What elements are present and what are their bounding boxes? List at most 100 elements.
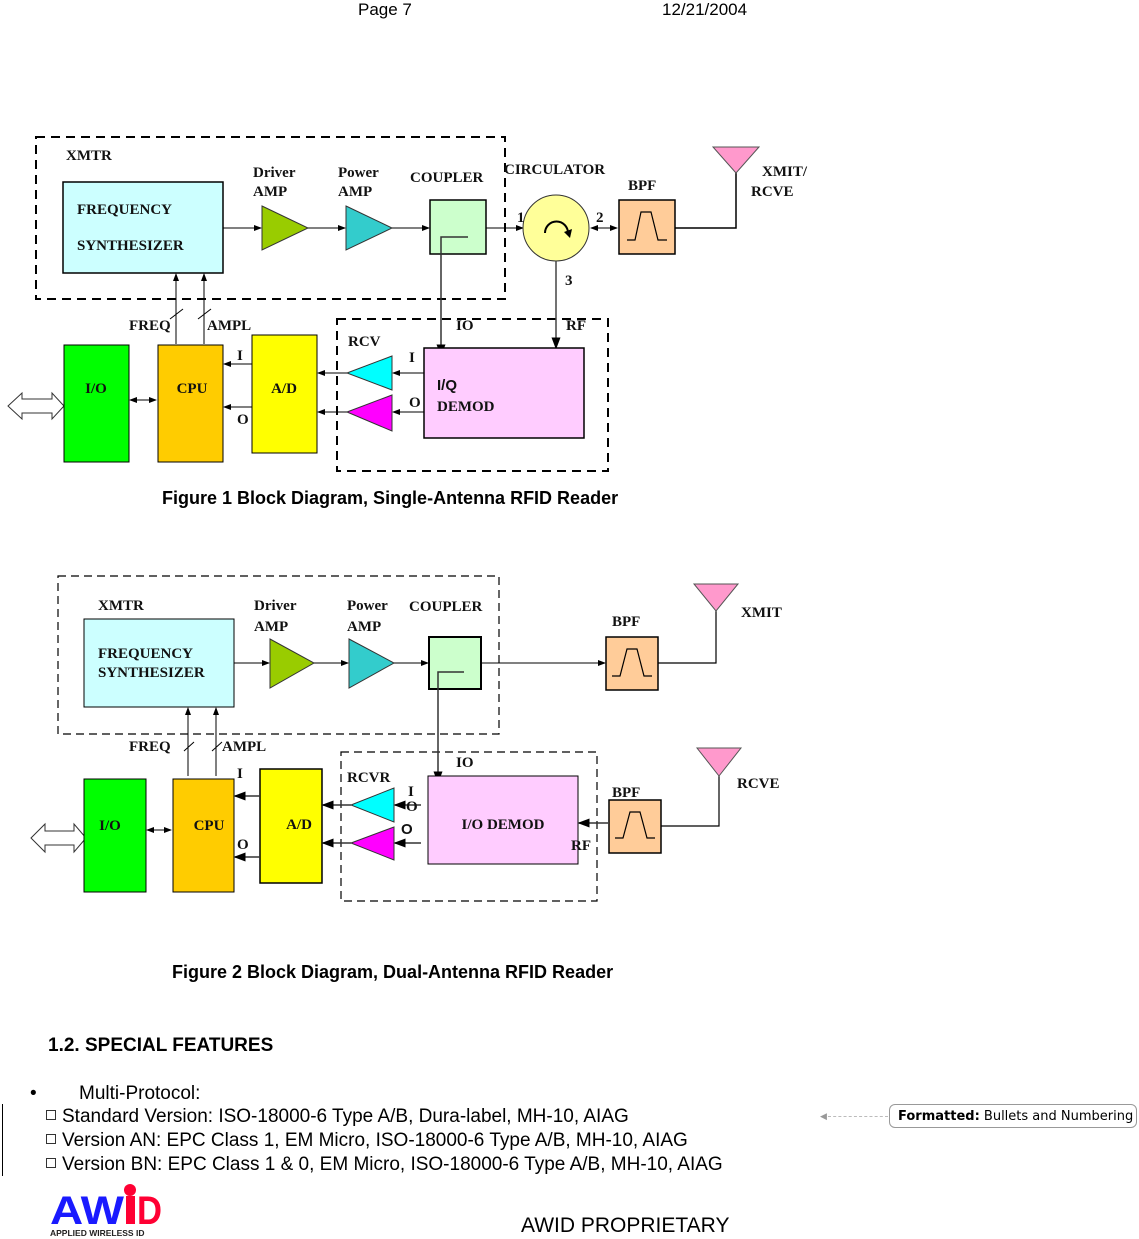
- list-item-text: Version BN: EPC Class 1 & 0, EM Micro, I…: [62, 1154, 723, 1175]
- demod-label-1: I/Q: [437, 377, 457, 394]
- bullet-icon: •: [30, 1083, 37, 1104]
- power-label-1: Power: [347, 598, 388, 614]
- driver-label-1: Driver: [253, 165, 296, 181]
- cpu-o-label: O: [237, 837, 249, 853]
- port-1-label: 1: [517, 210, 525, 226]
- frequency-synthesizer-block: [62, 181, 224, 274]
- demod-i-label: I: [408, 784, 414, 800]
- xmit-label: XMIT: [741, 605, 782, 621]
- frequency-synthesizer-block: [83, 618, 235, 708]
- antenna-label-2: RCVE: [751, 184, 794, 200]
- demod-label-2: DEMOD: [437, 399, 495, 415]
- circulator-symbol: [522, 194, 590, 262]
- xmtr-label: XMTR: [66, 148, 112, 164]
- figure-1-diagram: XMTR FREQUENCY SYNTHESIZER Driver AMP Po…: [7, 136, 808, 472]
- checkbox-bullet-icon: [46, 1158, 56, 1169]
- antenna-label-1: XMIT/: [762, 164, 808, 180]
- driver-label-1: Driver: [254, 598, 297, 614]
- ad-label: A/D: [271, 381, 297, 397]
- comment-label: Formatted:: [898, 1109, 980, 1124]
- list-item: Version BN: EPC Class 1 & 0, EM Micro, I…: [46, 1154, 723, 1176]
- freq-synth-label-1: FREQUENCY: [77, 202, 172, 218]
- xmtr-label: XMTR: [98, 598, 144, 614]
- section-heading: 1.2. SPECIAL FEATURES: [48, 1035, 274, 1056]
- comment-connector: [828, 1116, 888, 1117]
- page-date: 12/21/2004: [662, 0, 748, 19]
- driver-label-2: AMP: [254, 619, 288, 635]
- list-item-text: Version AN: EPC Class 1, EM Micro, ISO-1…: [62, 1130, 688, 1151]
- change-bar: [2, 1104, 3, 1176]
- driver-label-2: AMP: [253, 184, 287, 200]
- io-label: IO: [456, 318, 474, 334]
- bpf-tx-label: BPF: [612, 614, 640, 630]
- coupler-label: COUPLER: [410, 170, 484, 186]
- driver-amp-triangle: [269, 638, 316, 689]
- xmit-antenna-icon: [692, 583, 740, 612]
- cpu-label: CPU: [177, 381, 208, 397]
- cpu-label: CPU: [194, 818, 225, 834]
- rf-label: RF: [566, 318, 586, 334]
- ampl-label: AMPL: [222, 739, 266, 755]
- proprietary-footer: AWID PROPRIETARY: [521, 1214, 730, 1237]
- rcv-label: RCV: [348, 334, 381, 350]
- rcve-antenna-icon: [695, 747, 743, 777]
- driver-amp-triangle: [261, 205, 310, 251]
- rcvr-amp-o-triangle: [349, 826, 395, 861]
- rf-label: RF: [571, 838, 591, 854]
- comment-text: Bullets and Numbering: [983, 1109, 1134, 1124]
- demod-o-label-a: O: [406, 799, 418, 815]
- freq-label: FREQ: [129, 318, 171, 334]
- cpu-o-label: O: [237, 412, 249, 428]
- rcvr-label: RCVR: [347, 770, 390, 786]
- port-2-label: 2: [596, 210, 604, 226]
- freq-synth-label-2: SYNTHESIZER: [98, 665, 205, 681]
- cpu-i-label: I: [237, 766, 243, 782]
- coupler-block: [429, 199, 487, 255]
- power-label-1: Power: [338, 165, 379, 181]
- io-label: IO: [456, 755, 474, 771]
- io-block: [63, 344, 130, 463]
- bpf-block: [618, 199, 676, 255]
- list-item-text: Standard Version: ISO-18000-6 Type A/B, …: [62, 1106, 629, 1127]
- external-io-arrow-icon: [30, 822, 87, 854]
- demod-o-label: O: [409, 395, 421, 411]
- svg-text:D: D: [137, 1189, 162, 1233]
- power-amp-triangle: [345, 205, 394, 251]
- cpu-block: [157, 344, 224, 463]
- bullet-multi-protocol: Multi-Protocol:: [79, 1083, 201, 1104]
- ad-label: A/D: [286, 817, 312, 833]
- rcvr-amp-i-triangle: [349, 787, 395, 823]
- power-amp-triangle: [348, 638, 396, 689]
- logo-dot: [124, 1184, 136, 1196]
- checkbox-bullet-icon: [46, 1134, 56, 1145]
- demod-o-label-b: O: [401, 821, 413, 838]
- list-item: Version AN: EPC Class 1, EM Micro, ISO-1…: [46, 1130, 688, 1152]
- power-label-2: AMP: [347, 619, 381, 635]
- rcv-amp-o-triangle: [345, 394, 393, 432]
- page-number: Page 7: [358, 0, 412, 19]
- circulator-label: CIRCULATOR: [504, 162, 605, 178]
- list-item: Standard Version: ISO-18000-6 Type A/B, …: [46, 1106, 629, 1128]
- logo-text-aw: AW: [50, 1189, 124, 1233]
- io-block: [83, 778, 147, 893]
- ampl-label: AMPL: [207, 318, 251, 334]
- cpu-i-label: I: [237, 348, 243, 364]
- awid-logo: AW D APPLIED WIRELESS ID: [50, 1184, 162, 1238]
- demod-label: I/O DEMOD: [462, 817, 545, 833]
- comment-pointer-icon: ◀: [820, 1111, 827, 1121]
- bpf-tx-block: [605, 636, 659, 691]
- coupler-block: [428, 636, 482, 690]
- bpf-label: BPF: [628, 178, 656, 194]
- figure-2-caption: Figure 2 Block Diagram, Dual-Antenna RFI…: [172, 962, 614, 982]
- rcve-label: RCVE: [737, 776, 780, 792]
- bpf-rx-label: BPF: [612, 785, 640, 801]
- antenna-icon: [711, 146, 761, 174]
- freq-synth-label-2: SYNTHESIZER: [77, 238, 184, 254]
- cpu-block: [172, 778, 235, 893]
- io-block-label: I/O: [85, 381, 107, 397]
- formatting-comment-balloon[interactable]: Formatted: Bullets and Numbering: [889, 1104, 1137, 1128]
- checkbox-bullet-icon: [46, 1110, 56, 1121]
- external-io-arrow-icon: [7, 391, 65, 421]
- freq-synth-label-1: FREQUENCY: [98, 646, 193, 662]
- figure-2-diagram: XMTR FREQUENCY SYNTHESIZER Driver AMP Po…: [30, 575, 782, 902]
